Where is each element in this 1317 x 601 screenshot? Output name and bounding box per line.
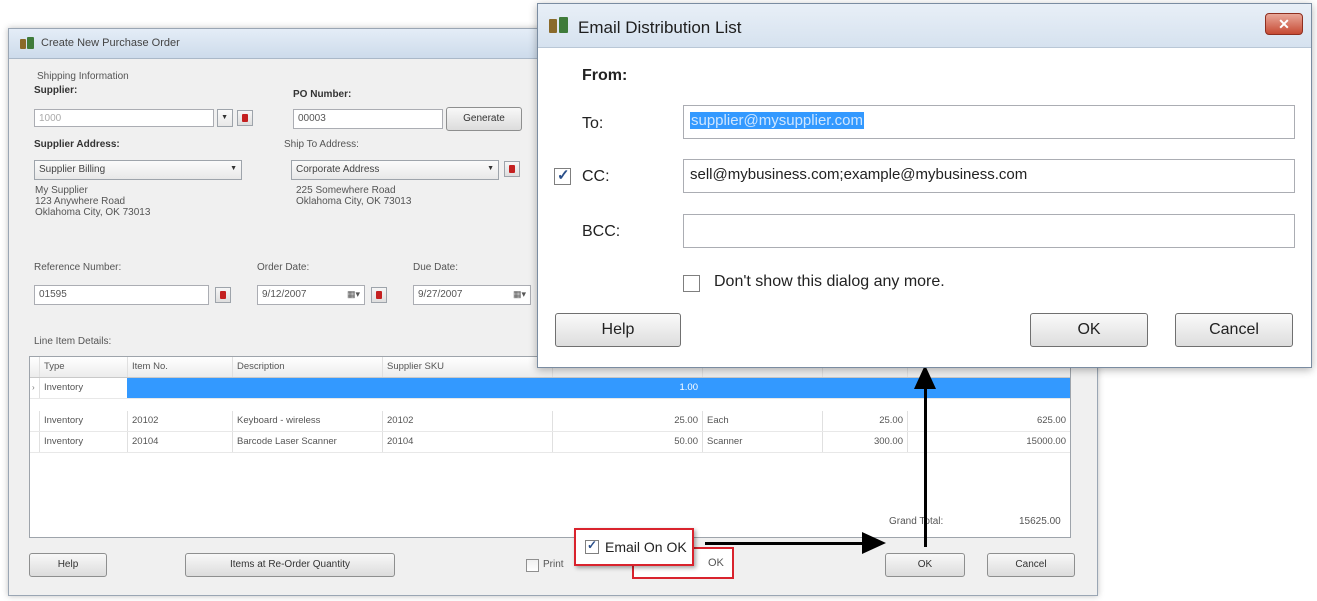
column-header[interactable]: Type: [40, 357, 128, 377]
supplier-address-label: Supplier Address:: [34, 139, 120, 150]
po-number-field[interactable]: 00003: [293, 109, 443, 129]
cc-field[interactable]: sell@mybusiness.com;example@mybusiness.c…: [683, 159, 1295, 193]
bcc-label: BCC:: [582, 223, 621, 240]
supplier-address-select[interactable]: Supplier Billing ▼: [34, 160, 242, 180]
arrow-head-up-icon: [914, 365, 936, 389]
cell-description[interactable]: [233, 378, 383, 398]
close-icon[interactable]: ✕: [1265, 13, 1303, 35]
calendar-icon[interactable]: ▦▾: [347, 289, 360, 300]
cell-description[interactable]: Keyboard - wireless: [233, 411, 383, 431]
column-header[interactable]: Item No.: [128, 357, 233, 377]
cell-sku[interactable]: 20104: [383, 432, 553, 452]
cell-unit[interactable]: Each: [703, 411, 823, 431]
cell-total[interactable]: 625.00: [908, 411, 1070, 431]
reference-number-label: Reference Number:: [34, 262, 122, 273]
cell-sku[interactable]: [383, 378, 553, 398]
to-field[interactable]: supplier@mysupplier.com: [683, 105, 1295, 139]
cancel-button[interactable]: Cancel: [987, 553, 1075, 577]
cell-unit[interactable]: [703, 378, 823, 398]
arrow-head-right-icon: [862, 532, 886, 554]
cell-type[interactable]: Inventory: [40, 432, 128, 452]
cc-checkbox[interactable]: ✓: [554, 167, 571, 185]
supplier-address-text: My Supplier 123 Anywhere Road Oklahoma C…: [35, 185, 151, 218]
cell-type[interactable]: Inventory: [40, 378, 128, 398]
shipping-info-label: Shipping Information: [37, 71, 129, 82]
arrow-line: [705, 542, 865, 545]
po-window-title: Create New Purchase Order: [41, 37, 180, 49]
ship-to-address-text: 225 Somewhere Road Oklahoma City, OK 730…: [296, 185, 412, 207]
ship-to-select-value: Corporate Address: [296, 164, 380, 175]
bcc-field[interactable]: [683, 214, 1295, 248]
dialog-titlebar[interactable]: Email Distribution List ✕: [538, 4, 1311, 48]
dialog-ok-button[interactable]: OK: [1030, 313, 1148, 347]
chevron-down-icon: ▼: [230, 165, 237, 172]
order-date-value: 9/12/2007: [262, 289, 307, 300]
grand-total-label: Grand Total:: [889, 516, 944, 527]
column-header[interactable]: Supplier SKU: [383, 357, 553, 377]
table-row[interactable]: Inventory 20104 Barcode Laser Scanner 20…: [30, 432, 1070, 453]
cell-description[interactable]: Barcode Laser Scanner: [233, 432, 383, 452]
supplier-required-icon: [237, 110, 253, 126]
email-on-ok-partial-label: OK: [708, 557, 724, 569]
generate-button[interactable]: Generate: [446, 107, 522, 131]
print-checkbox[interactable]: [526, 559, 539, 572]
cc-label: CC:: [582, 168, 610, 185]
grand-total-value: 15625.00: [1019, 516, 1061, 527]
app-icon: [19, 36, 35, 52]
arrow-line: [924, 385, 927, 547]
row-pointer-icon: ›: [30, 378, 40, 398]
email-on-ok-callout[interactable]: ✓ Email On OK: [574, 528, 694, 566]
table-row[interactable]: Inventory 20102 Keyboard - wireless 2010…: [30, 411, 1070, 432]
to-label: To:: [582, 115, 604, 132]
cell-item[interactable]: 20104: [128, 432, 233, 452]
ship-to-select[interactable]: Corporate Address ▼: [291, 160, 499, 180]
ok-button[interactable]: OK: [885, 553, 965, 577]
supplier-field[interactable]: 1000: [34, 109, 214, 127]
from-label: From:: [582, 67, 628, 84]
email-distribution-dialog: Email Distribution List ✕ From: To: supp…: [537, 3, 1312, 368]
order-date-field[interactable]: 9/12/2007 ▦▾: [257, 285, 365, 305]
app-icon: [548, 16, 570, 38]
due-date-value: 9/27/2007: [418, 289, 463, 300]
due-date-field[interactable]: 9/27/2007 ▦▾: [413, 285, 531, 305]
supplier-label: Supplier:: [34, 85, 78, 96]
supplier-dropdown-button[interactable]: ▼: [217, 109, 233, 127]
cell-quantity[interactable]: 50.00: [553, 432, 703, 452]
cell-quantity[interactable]: 1.00: [553, 378, 703, 398]
calendar-icon[interactable]: ▦▾: [513, 289, 526, 300]
reorder-items-button[interactable]: Items at Re-Order Quantity: [185, 553, 395, 577]
cell-price[interactable]: [823, 378, 908, 398]
email-on-ok-label: Email On OK: [605, 539, 687, 555]
due-date-label: Due Date:: [413, 262, 459, 273]
po-number-label: PO Number:: [293, 89, 352, 100]
cell-item[interactable]: [128, 378, 233, 398]
reference-number-field[interactable]: 01595: [34, 285, 209, 305]
to-field-value: supplier@mysupplier.com: [690, 112, 864, 129]
dialog-title: Email Distribution List: [578, 18, 742, 37]
email-on-ok-checkbox[interactable]: ✓: [585, 538, 599, 554]
print-label: Print: [543, 559, 564, 570]
cell-unit[interactable]: Scanner: [703, 432, 823, 452]
order-date-required-icon: [371, 287, 387, 303]
cell-price[interactable]: 25.00: [823, 411, 908, 431]
cell-quantity[interactable]: 25.00: [553, 411, 703, 431]
order-date-label: Order Date:: [257, 262, 310, 273]
help-button[interactable]: Help: [29, 553, 107, 577]
reference-required-icon: [215, 287, 231, 303]
supplier-address-select-value: Supplier Billing: [39, 164, 106, 175]
dont-show-checkbox[interactable]: [683, 275, 700, 292]
cell-sku[interactable]: 20102: [383, 411, 553, 431]
cell-type[interactable]: Inventory: [40, 411, 128, 431]
dialog-help-button[interactable]: Help: [555, 313, 681, 347]
column-header[interactable]: Description: [233, 357, 383, 377]
dialog-cancel-button[interactable]: Cancel: [1175, 313, 1293, 347]
cell-price[interactable]: 300.00: [823, 432, 908, 452]
ship-to-required-icon: [504, 161, 520, 177]
line-items-label: Line Item Details:: [34, 336, 112, 347]
cell-total[interactable]: 15000.00: [908, 432, 1070, 452]
dont-show-label: Don't show this dialog any more.: [714, 273, 945, 290]
chevron-down-icon: ▼: [487, 165, 494, 172]
ship-to-label: Ship To Address:: [284, 139, 359, 150]
cell-item[interactable]: 20102: [128, 411, 233, 431]
